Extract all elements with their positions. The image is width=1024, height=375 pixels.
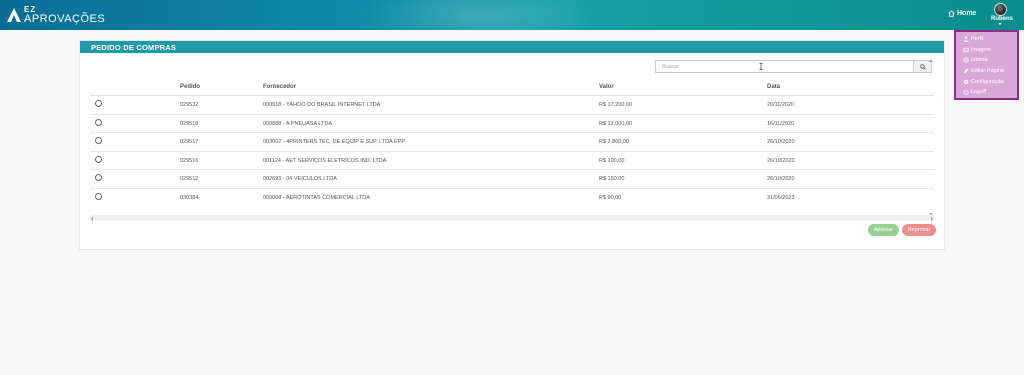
table-row[interactable]: 030384 000008 - AEROTINTAS COMERCIAL LTD…	[90, 189, 934, 208]
scroll-up-icon[interactable]	[929, 60, 933, 62]
cell-pedido: 029532	[180, 102, 199, 108]
cell-fornecedor: 000918 - YAHOO DO BRASIL INTERNET LTDA	[263, 102, 381, 108]
row-select-radio[interactable]	[95, 118, 102, 126]
gear-icon	[963, 79, 969, 84]
row-select-radio[interactable]	[95, 155, 102, 163]
cell-pedido: 029516	[180, 157, 199, 164]
cell-valor: R$ 12.000,00	[599, 120, 633, 127]
row-select-radio[interactable]	[95, 174, 102, 181]
horizontal-scrollbar[interactable]	[90, 215, 934, 221]
vertical-scrollbar[interactable]	[928, 60, 934, 215]
scroll-left-icon[interactable]	[91, 217, 93, 221]
column-header-fornecedor[interactable]: Fornecedor	[263, 84, 296, 90]
cell-valor: R$ 2.800,00	[599, 139, 629, 145]
cell-data: 16/11/2020	[767, 120, 795, 127]
search-box	[655, 60, 932, 73]
cell-valor: R$ 17.200,00	[599, 102, 633, 108]
row-select-radio[interactable]	[95, 100, 102, 107]
cell-fornecedor: 000888 - A PNEUASA LTDA	[263, 120, 332, 127]
table-row[interactable]: 029532 000918 - YAHOO DO BRASIL INTERNET…	[90, 96, 934, 115]
table-row[interactable]: 029518 000888 - A PNEUASA LTDA R$ 12.000…	[90, 115, 934, 133]
scroll-right-icon[interactable]	[931, 217, 933, 221]
table-row[interactable]: 029517 003002 - 4PRINTERS TEC. DE EQUIP …	[90, 133, 934, 152]
power-icon	[963, 89, 969, 95]
avatar[interactable]	[994, 3, 1007, 16]
cell-fornecedor: 000008 - AEROTINTAS COMERCIAL LTDA	[263, 194, 370, 201]
reject-button[interactable]: Reprovar	[902, 224, 936, 236]
app-logo[interactable]: EZ APROVAÇÕES	[6, 4, 105, 26]
cell-pedido: 029518	[180, 120, 199, 127]
pencil-icon	[963, 68, 969, 74]
cell-fornecedor: 003002 - 4PRINTERS TEC. DE EQUIP E SUP. …	[263, 139, 406, 145]
home-icon	[948, 10, 955, 17]
menu-item-idioma[interactable]: Idioma	[963, 55, 1017, 66]
menu-item-logoff[interactable]: Logoff	[963, 87, 1017, 98]
cell-data: 26/10/2020	[767, 157, 795, 164]
cell-data: 31/05/2023	[767, 194, 795, 201]
user-name[interactable]: Rubens	[991, 16, 1013, 22]
cell-fornecedor: 002693 - 04 VEICULOS LTDA	[263, 176, 337, 182]
row-select-radio[interactable]	[95, 192, 102, 200]
image-icon	[963, 47, 969, 52]
orders-table: Pedido Fornecedor Valor Data 029532 0009…	[90, 80, 934, 215]
text-cursor-icon	[759, 63, 763, 70]
cell-data: 20/11/2020	[767, 102, 795, 108]
cell-valor: R$ 90,00	[599, 194, 622, 201]
search-icon	[919, 63, 926, 70]
menu-item-label: Idioma	[971, 57, 988, 64]
purchase-orders-panel: PEDIDO DE COMPRAS Pedido Fornecedor Valo…	[79, 40, 945, 250]
column-header-valor[interactable]: Valor	[599, 84, 614, 90]
table-row[interactable]: 029512 002693 - 04 VEICULOS LTDA R$ 150,…	[90, 170, 934, 189]
home-label: Home	[957, 10, 977, 17]
cell-valor: R$ 100,00	[599, 157, 625, 164]
menu-item-editar-pagina[interactable]: Editar Página	[963, 66, 1017, 77]
chevron-down-icon[interactable]	[998, 23, 1002, 25]
cell-data: 26/10/2020	[767, 139, 795, 145]
menu-item-label: Logoff	[971, 89, 987, 96]
cell-data: 26/10/2020	[767, 176, 795, 182]
home-link[interactable]: Home	[948, 10, 976, 17]
user-menu: Perfil Imagem Idioma Editar Página Confi…	[954, 30, 1019, 100]
approve-button[interactable]: Aprovar	[868, 224, 899, 236]
cell-fornecedor: 001124 - AET SERVICOS ELETRICOS IND. LTD…	[263, 157, 387, 164]
row-select-radio[interactable]	[95, 137, 102, 144]
menu-item-label: Perfil	[971, 36, 984, 43]
menu-item-label: Configuração	[971, 78, 1004, 85]
cell-pedido: 029517	[180, 139, 199, 145]
search-input[interactable]	[656, 61, 914, 72]
column-header-pedido[interactable]: Pedido	[180, 84, 200, 90]
top-header: EZ APROVAÇÕES Home Rubens	[0, 0, 1024, 30]
menu-item-configuracao[interactable]: Configuração	[963, 76, 1017, 87]
logo-bottom-text: APROVAÇÕES	[24, 12, 106, 25]
menu-item-label: Imagem	[971, 46, 991, 53]
cell-valor: R$ 150,00	[599, 176, 625, 182]
menu-item-perfil[interactable]: Perfil	[963, 34, 1017, 45]
cell-pedido: 029512	[180, 176, 199, 182]
cell-pedido: 030384	[180, 194, 199, 201]
header-decoration	[360, 0, 600, 30]
column-header-data[interactable]: Data	[767, 84, 780, 90]
globe-icon	[963, 57, 969, 64]
user-icon	[963, 36, 969, 43]
menu-item-label: Editar Página	[971, 68, 1005, 75]
logo-icon	[6, 7, 22, 23]
table-row[interactable]: 029516 001124 - AET SERVICOS ELETRICOS I…	[90, 152, 934, 170]
menu-item-imagem[interactable]: Imagem	[963, 45, 1017, 56]
panel-title: PEDIDO DE COMPRAS	[80, 41, 944, 53]
